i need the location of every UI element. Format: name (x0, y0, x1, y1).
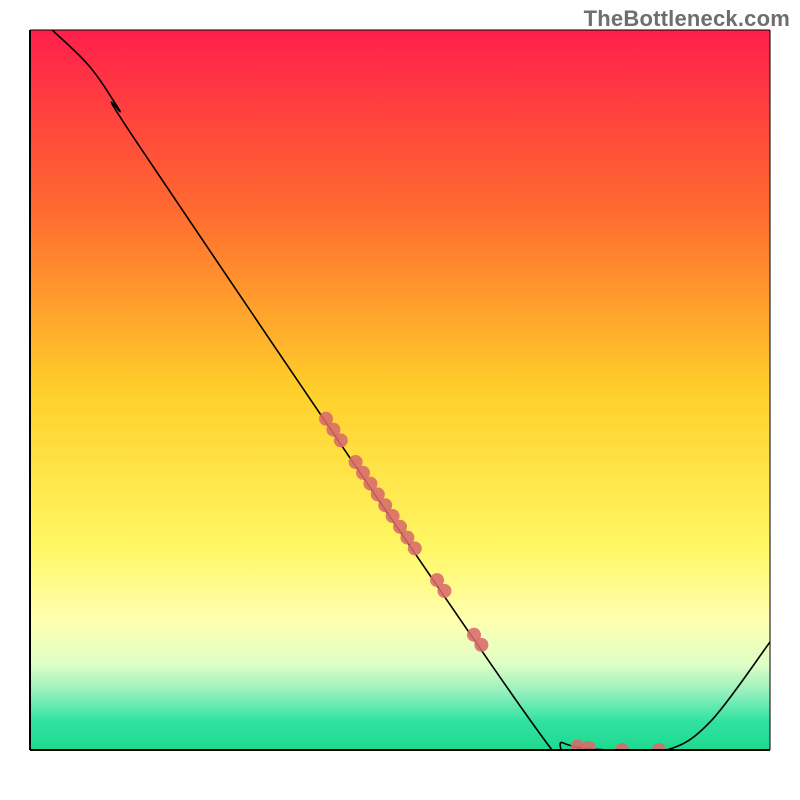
scatter-dot (582, 741, 596, 755)
bottleneck-chart (0, 0, 800, 800)
scatter-dot (408, 541, 422, 555)
scatter-dot (474, 638, 488, 652)
watermark-label: TheBottleneck.com (584, 6, 790, 32)
scatter-dot (334, 433, 348, 447)
chart-container: TheBottleneck.com (0, 0, 800, 800)
gradient-background (30, 30, 770, 750)
scatter-dot (437, 584, 451, 598)
